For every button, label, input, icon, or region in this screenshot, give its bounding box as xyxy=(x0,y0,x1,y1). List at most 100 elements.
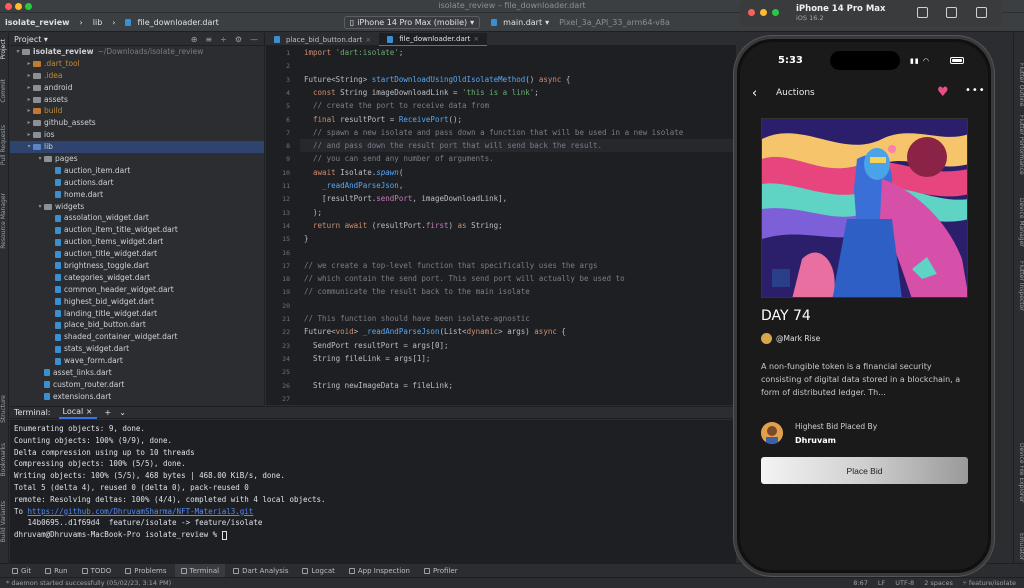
tool-window-flutter-inspector[interactable]: Flutter Inspector xyxy=(1016,261,1024,311)
tree-item[interactable]: custom_router.dart xyxy=(10,379,264,391)
chevron-icon[interactable]: ▾ xyxy=(36,153,44,165)
simulator-close-button[interactable] xyxy=(748,9,755,16)
terminal-output[interactable]: Enumerating objects: 9, done. Counting ob… xyxy=(10,420,736,563)
tree-item[interactable]: extensions.dart xyxy=(10,391,264,403)
tree-item[interactable]: auction_item_title_widget.dart xyxy=(10,224,264,236)
chevron-icon[interactable]: ▾ xyxy=(36,201,44,213)
chevron-icon[interactable]: ▸ xyxy=(25,117,33,129)
terminal-prompt-line[interactable]: dhruvam@Dhruvams-MacBook-Pro isolate_rev… xyxy=(14,529,732,541)
chevron-down-icon[interactable]: ⌄ xyxy=(119,408,126,417)
chevron-icon[interactable]: ▾ xyxy=(14,46,22,58)
breadcrumb-lib[interactable]: lib xyxy=(88,18,108,27)
new-terminal-icon[interactable]: + xyxy=(105,408,112,417)
tree-item[interactable]: categories_widget.dart xyxy=(10,272,264,284)
close-tab-icon[interactable]: × xyxy=(365,36,371,44)
repo-link[interactable]: https://github.com/DhruvamSharma/NFT-Mat… xyxy=(28,507,254,516)
tool-window-pull-requests[interactable]: Pull Requests xyxy=(0,125,9,165)
back-arrow-icon[interactable]: ‹ xyxy=(752,86,757,101)
tree-item[interactable]: wave_form.dart xyxy=(10,355,264,367)
expand-all-icon[interactable]: ÷ xyxy=(220,35,227,44)
bottom-tool-logcat[interactable]: Logcat xyxy=(296,564,340,578)
simulator-zoom-button[interactable] xyxy=(772,9,779,16)
gear-icon[interactable]: ⚙ xyxy=(235,35,242,44)
tree-item[interactable]: auction_title_widget.dart xyxy=(10,248,264,260)
close-tab-icon[interactable]: × xyxy=(473,35,479,43)
bottom-tool-problems[interactable]: Problems xyxy=(119,564,172,578)
run-config-selector[interactable]: main.dart ▾ xyxy=(486,18,554,27)
chevron-icon[interactable]: ▸ xyxy=(25,105,33,117)
rotate-icon[interactable] xyxy=(976,7,987,18)
tool-window-build-variants[interactable]: Build Variants xyxy=(0,501,9,542)
collapse-all-icon[interactable]: ≡ xyxy=(205,35,212,44)
locate-file-icon[interactable]: ⊕ xyxy=(191,35,198,44)
status-message[interactable]: * daemon started successfully (05/02/23,… xyxy=(6,579,171,587)
heart-icon[interactable]: ♥ xyxy=(937,85,949,100)
breadcrumb-file[interactable]: file_downloader.dart xyxy=(120,18,223,27)
tool-window-project[interactable]: Project xyxy=(0,39,9,60)
chevron-icon[interactable]: ▸ xyxy=(25,58,33,70)
code-area[interactable]: import 'dart:isolate'; Future<String> sta… xyxy=(304,46,734,405)
tree-item[interactable]: landing_title_widget.dart xyxy=(10,308,264,320)
tool-window-device-file-explorer[interactable]: Device File Explorer xyxy=(1016,443,1024,502)
tree-item[interactable]: shaded_container_widget.dart xyxy=(10,331,264,343)
terminal-tab-local[interactable]: Local × xyxy=(58,407,97,419)
tree-item[interactable]: place_bid_button.dart xyxy=(10,319,264,331)
creator-name[interactable]: @Mark Rise xyxy=(776,334,820,343)
tree-item[interactable]: ▾ widgets xyxy=(10,201,264,213)
chevron-icon[interactable]: ▸ xyxy=(25,129,33,141)
home-icon[interactable] xyxy=(917,7,928,18)
editor-tab[interactable]: place_bid_button.dart × xyxy=(266,33,379,46)
device-selector[interactable]: ▯ iPhone 14 Pro Max (mobile) ▾ xyxy=(343,15,481,29)
tool-window-flutter-outline[interactable]: Flutter Outline xyxy=(1016,63,1024,106)
bottom-tool-app-inspection[interactable]: App Inspection xyxy=(343,564,416,578)
tool-window-resource-manager[interactable]: Resource Manager xyxy=(0,193,9,249)
tree-item[interactable]: ▸ assets xyxy=(10,94,264,106)
tree-item[interactable]: common_header_widget.dart xyxy=(10,284,264,296)
tree-item[interactable]: ▸ android xyxy=(10,82,264,94)
bottom-tool-todo[interactable]: TODO xyxy=(76,564,118,578)
hide-panel-icon[interactable]: — xyxy=(250,35,258,44)
tree-item[interactable]: auctions.dart xyxy=(10,177,264,189)
tool-window-structure[interactable]: Structure xyxy=(0,395,9,423)
tool-window-commit[interactable]: Commit xyxy=(0,79,9,103)
chevron-icon[interactable]: ▸ xyxy=(25,94,33,106)
bottom-tool-git[interactable]: Git xyxy=(6,564,37,578)
tree-item[interactable]: auction_items_widget.dart xyxy=(10,236,264,248)
tree-item[interactable]: ▸ .idea xyxy=(10,70,264,82)
tool-window-bookmarks[interactable]: Bookmarks xyxy=(0,443,9,477)
tree-item[interactable]: highest_bid_widget.dart xyxy=(10,296,264,308)
tree-item[interactable]: ▸ github_assets xyxy=(10,117,264,129)
tree-item[interactable]: assolation_widget.dart xyxy=(10,212,264,224)
tree-item[interactable]: stats_widget.dart xyxy=(10,343,264,355)
emulator-selector[interactable]: Pixel_3a_API_33_arm64-v8a xyxy=(554,18,675,27)
git-branch[interactable]: ⑂ feature/isolate xyxy=(963,579,1016,587)
code-editor[interactable]: 1 2 3 4 5 6 7 8 9 10 11 12 13 14 15 16 17 18 19 20 21 22 23 24 2… xyxy=(266,46,736,405)
bottom-tool-run[interactable]: Run xyxy=(39,564,73,578)
nft-artwork[interactable] xyxy=(761,118,968,298)
caret-position[interactable]: 8:67 xyxy=(853,579,868,587)
chevron-icon[interactable]: ▸ xyxy=(25,70,33,82)
tree-item[interactable]: ▸ .dart_tool xyxy=(10,58,264,70)
editor-tab[interactable]: file_downloader.dart × xyxy=(379,33,488,46)
line-separator[interactable]: LF xyxy=(878,579,885,587)
tool-window-flutter-performance[interactable]: Flutter Performance xyxy=(1016,115,1024,175)
project-view-selector[interactable]: Project ▾ xyxy=(14,35,48,44)
tool-window-emulator[interactable]: Emulator xyxy=(1016,533,1024,560)
file-encoding[interactable]: UTF-8 xyxy=(895,579,914,587)
breadcrumb-project[interactable]: isolate_review xyxy=(0,18,75,27)
tool-window-device-manager[interactable]: Device Manager xyxy=(1016,198,1024,247)
tree-item[interactable]: ▾ isolate_review ~/Downloads/isolate_revie… xyxy=(10,46,264,58)
tree-item[interactable]: asset_links.dart xyxy=(10,367,264,379)
bottom-tool-profiler[interactable]: Profiler xyxy=(418,564,464,578)
tree-item[interactable]: brightness_toggle.dart xyxy=(10,260,264,272)
more-options-icon[interactable]: ••• xyxy=(965,85,986,96)
tree-item[interactable]: ▸ build xyxy=(10,105,264,117)
tree-item[interactable]: home.dart xyxy=(10,189,264,201)
tree-item[interactable]: ▾ lib xyxy=(10,141,264,154)
chevron-icon[interactable]: ▾ xyxy=(25,141,33,153)
tree-item[interactable]: ▾ pages xyxy=(10,153,264,165)
bottom-tool-dart-analysis[interactable]: Dart Analysis xyxy=(227,564,294,578)
bottom-tool-terminal[interactable]: Terminal xyxy=(174,563,226,578)
tree-item[interactable]: ▸ ios xyxy=(10,129,264,141)
tree-item[interactable]: auction_item.dart xyxy=(10,165,264,177)
